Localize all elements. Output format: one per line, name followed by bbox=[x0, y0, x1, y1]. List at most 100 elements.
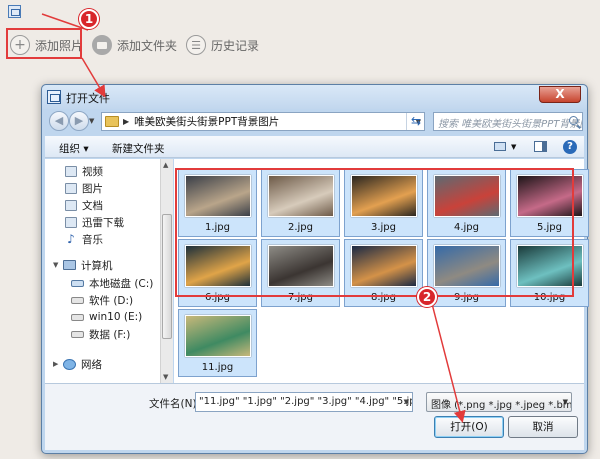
nav-item-computer[interactable]: 计算机 bbox=[63, 257, 113, 273]
nav-item-label: 文档 bbox=[82, 199, 103, 212]
image-thumbnail bbox=[268, 175, 334, 217]
file-name: 1.jpg bbox=[204, 222, 230, 233]
folder-icon bbox=[92, 35, 112, 55]
image-thumbnail bbox=[185, 245, 251, 287]
download-icon bbox=[65, 216, 77, 228]
refresh-button[interactable]: ⇆ bbox=[406, 113, 425, 130]
nav-item-network[interactable]: 网络 bbox=[63, 356, 102, 372]
nav-item-drive-f[interactable]: 数据 (F:) bbox=[71, 326, 130, 342]
expand-chevron-icon[interactable]: ▶ bbox=[53, 360, 58, 368]
file-item[interactable]: 6.jpg bbox=[178, 239, 257, 307]
nav-item-label: 网络 bbox=[81, 358, 102, 371]
expand-chevron-icon[interactable]: ▼ bbox=[53, 261, 58, 269]
image-thumbnail bbox=[185, 175, 251, 217]
address-bar[interactable]: ▶ 唯美欧美街头街景PPT背景图片 ▼ bbox=[101, 112, 425, 131]
nav-item-pictures[interactable]: 图片 bbox=[65, 180, 103, 196]
file-name: 10.jpg bbox=[533, 292, 566, 303]
nav-item-drive-e[interactable]: win10 (E:) bbox=[71, 309, 142, 325]
file-name: 6.jpg bbox=[204, 292, 230, 303]
add-folder-label: 添加文件夹 bbox=[117, 38, 178, 53]
filename-label: 文件名(N): bbox=[149, 398, 201, 410]
file-item[interactable]: 3.jpg bbox=[344, 169, 423, 237]
nav-item-music[interactable]: ♪ 音乐 bbox=[65, 231, 103, 247]
search-input[interactable]: 搜索 唯美欧美街头街景PPT背景图片 bbox=[433, 112, 583, 131]
history-label: 历史记录 bbox=[211, 38, 260, 53]
address-row: ◀ ▶ ▼ ▶ 唯美欧美街头街景PPT背景图片 ▼ ⇆ 搜索 唯美欧美街头街景P… bbox=[45, 109, 584, 135]
file-name: 2.jpg bbox=[287, 222, 313, 233]
forward-button[interactable]: ▶ bbox=[69, 111, 89, 131]
file-name: 4.jpg bbox=[453, 222, 479, 233]
filename-dropdown-icon[interactable]: ▼ bbox=[404, 398, 409, 406]
file-item[interactable]: 2.jpg bbox=[261, 169, 340, 237]
file-item[interactable]: 8.jpg bbox=[344, 239, 423, 307]
filename-value: "11.jpg" "1.jpg" "2.jpg" "3.jpg" "4.jpg"… bbox=[199, 396, 413, 407]
drive-icon bbox=[71, 330, 84, 338]
file-name: 3.jpg bbox=[370, 222, 396, 233]
file-item[interactable]: 7.jpg bbox=[261, 239, 340, 307]
nav-item-downloads[interactable]: 迅雷下载 bbox=[65, 214, 124, 230]
search-placeholder: 搜索 唯美欧美街头街景PPT背景图片 bbox=[438, 119, 582, 130]
folder-icon bbox=[105, 116, 119, 127]
scroll-up-icon[interactable]: ▲ bbox=[163, 161, 168, 169]
file-name: 9.jpg bbox=[453, 292, 479, 303]
command-bar: 组织 ▾ 新建文件夹 ▼ ? bbox=[45, 136, 584, 158]
nav-item-drive-c[interactable]: 本地磁盘 (C:) bbox=[71, 275, 153, 291]
step-1-badge: 1 bbox=[79, 9, 99, 29]
filename-input[interactable]: "11.jpg" "1.jpg" "2.jpg" "3.jpg" "4.jpg"… bbox=[195, 392, 413, 412]
scrollbar-thumb[interactable] bbox=[162, 214, 172, 339]
file-item[interactable]: 4.jpg bbox=[427, 169, 506, 237]
image-thumbnail bbox=[268, 245, 334, 287]
back-button[interactable]: ◀ bbox=[49, 111, 69, 131]
nav-item-label: 迅雷下载 bbox=[82, 216, 124, 229]
network-icon bbox=[63, 358, 76, 370]
nav-scrollbar[interactable]: ▲ ▼ bbox=[160, 159, 173, 383]
cancel-button[interactable]: 取消 bbox=[508, 416, 578, 438]
add-folder-button[interactable]: 添加文件夹 bbox=[92, 30, 177, 60]
scroll-down-icon[interactable]: ▼ bbox=[163, 373, 168, 381]
open-file-dialog: 打开文件 X ◀ ▶ ▼ ▶ 唯美欧美街头街景PPT背景图片 ▼ ⇆ 搜索 唯美… bbox=[41, 84, 589, 454]
system-drive-icon bbox=[71, 279, 84, 287]
recent-locations-dropdown[interactable]: ▼ bbox=[89, 117, 94, 125]
image-thumbnail bbox=[351, 245, 417, 287]
file-name: 7.jpg bbox=[287, 292, 313, 303]
file-type-dropdown-icon[interactable]: ▼ bbox=[563, 398, 568, 406]
file-item[interactable]: 10.jpg bbox=[510, 239, 589, 307]
file-list-pane: 1.jpg 2.jpg 3.jpg 4.jpg 5.jpg 6.jpg 7.jpg 8.jpg… bbox=[174, 159, 589, 383]
file-item[interactable]: 5.jpg bbox=[510, 169, 589, 237]
nav-item-documents[interactable]: 文档 bbox=[65, 197, 103, 213]
breadcrumb-chevron-icon[interactable]: ▶ bbox=[123, 117, 129, 126]
nav-item-label: 音乐 bbox=[82, 233, 103, 246]
view-dropdown-icon[interactable]: ▼ bbox=[511, 143, 516, 151]
history-button[interactable]: ☰ 历史记录 bbox=[186, 30, 259, 60]
dialog-app-icon bbox=[47, 90, 61, 104]
file-item[interactable]: 1.jpg bbox=[178, 169, 257, 237]
organize-menu[interactable]: 组织 ▾ bbox=[59, 141, 89, 156]
image-thumbnail bbox=[185, 315, 251, 357]
file-item[interactable]: 11.jpg bbox=[178, 309, 257, 377]
dialog-titlebar[interactable]: 打开文件 X bbox=[42, 85, 587, 109]
drive-icon bbox=[71, 313, 84, 321]
nav-item-label: 数据 (F:) bbox=[89, 328, 131, 341]
video-icon bbox=[65, 165, 77, 177]
image-thumbnail bbox=[351, 175, 417, 217]
new-folder-button[interactable]: 新建文件夹 bbox=[112, 141, 165, 156]
breadcrumb-path[interactable]: 唯美欧美街头街景PPT背景图片 bbox=[134, 114, 279, 129]
nav-item-label: 本地磁盘 (C:) bbox=[89, 277, 154, 290]
close-button[interactable]: X bbox=[539, 86, 581, 103]
open-button[interactable]: 打开(O) bbox=[434, 416, 504, 438]
view-options-icon[interactable] bbox=[494, 142, 506, 151]
file-item[interactable]: 9.jpg bbox=[427, 239, 506, 307]
app-logo-icon bbox=[8, 5, 21, 18]
music-icon: ♪ bbox=[67, 231, 75, 246]
dialog-footer: 文件名(N): "11.jpg" "1.jpg" "2.jpg" "3.jpg"… bbox=[45, 383, 584, 450]
file-type-select[interactable]: 图像 (*.png *.jpg *.jpeg *.bm ▼ bbox=[426, 392, 572, 412]
computer-icon bbox=[63, 260, 76, 270]
help-icon[interactable]: ? bbox=[563, 140, 577, 154]
image-thumbnail bbox=[517, 175, 583, 217]
preview-pane-icon[interactable] bbox=[534, 141, 547, 152]
nav-item-videos[interactable]: 视频 bbox=[65, 163, 103, 179]
nav-item-label: win10 (E:) bbox=[89, 311, 143, 323]
nav-item-label: 软件 (D:) bbox=[89, 294, 134, 307]
nav-item-drive-d[interactable]: 软件 (D:) bbox=[71, 292, 133, 308]
file-name: 8.jpg bbox=[370, 292, 396, 303]
